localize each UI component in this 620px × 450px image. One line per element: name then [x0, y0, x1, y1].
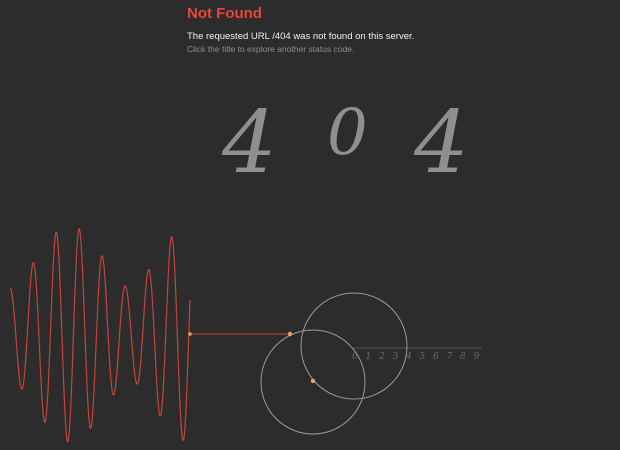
digit-scale: 0123456789 — [352, 352, 480, 362]
orbit-handle-lower[interactable] — [310, 378, 316, 384]
scale-digit: 9 — [474, 352, 480, 362]
scale-digit: 2 — [378, 352, 385, 362]
scale-digit: 6 — [433, 352, 439, 362]
scale-digit: 1 — [366, 352, 372, 362]
scale-digit: 8 — [460, 352, 466, 362]
orbit-handle-upper[interactable] — [287, 331, 293, 337]
scale-digit: 3 — [393, 352, 399, 362]
scale-digit: 5 — [420, 352, 426, 362]
wave-end-dot — [188, 332, 192, 336]
scale-digit: 7 — [447, 352, 453, 362]
scale-digit: 0 — [352, 352, 358, 362]
waveform-line — [9, 227, 191, 443]
signal-visualization: 0123456789 — [9, 227, 482, 443]
orbit-circle-large — [300, 292, 408, 400]
